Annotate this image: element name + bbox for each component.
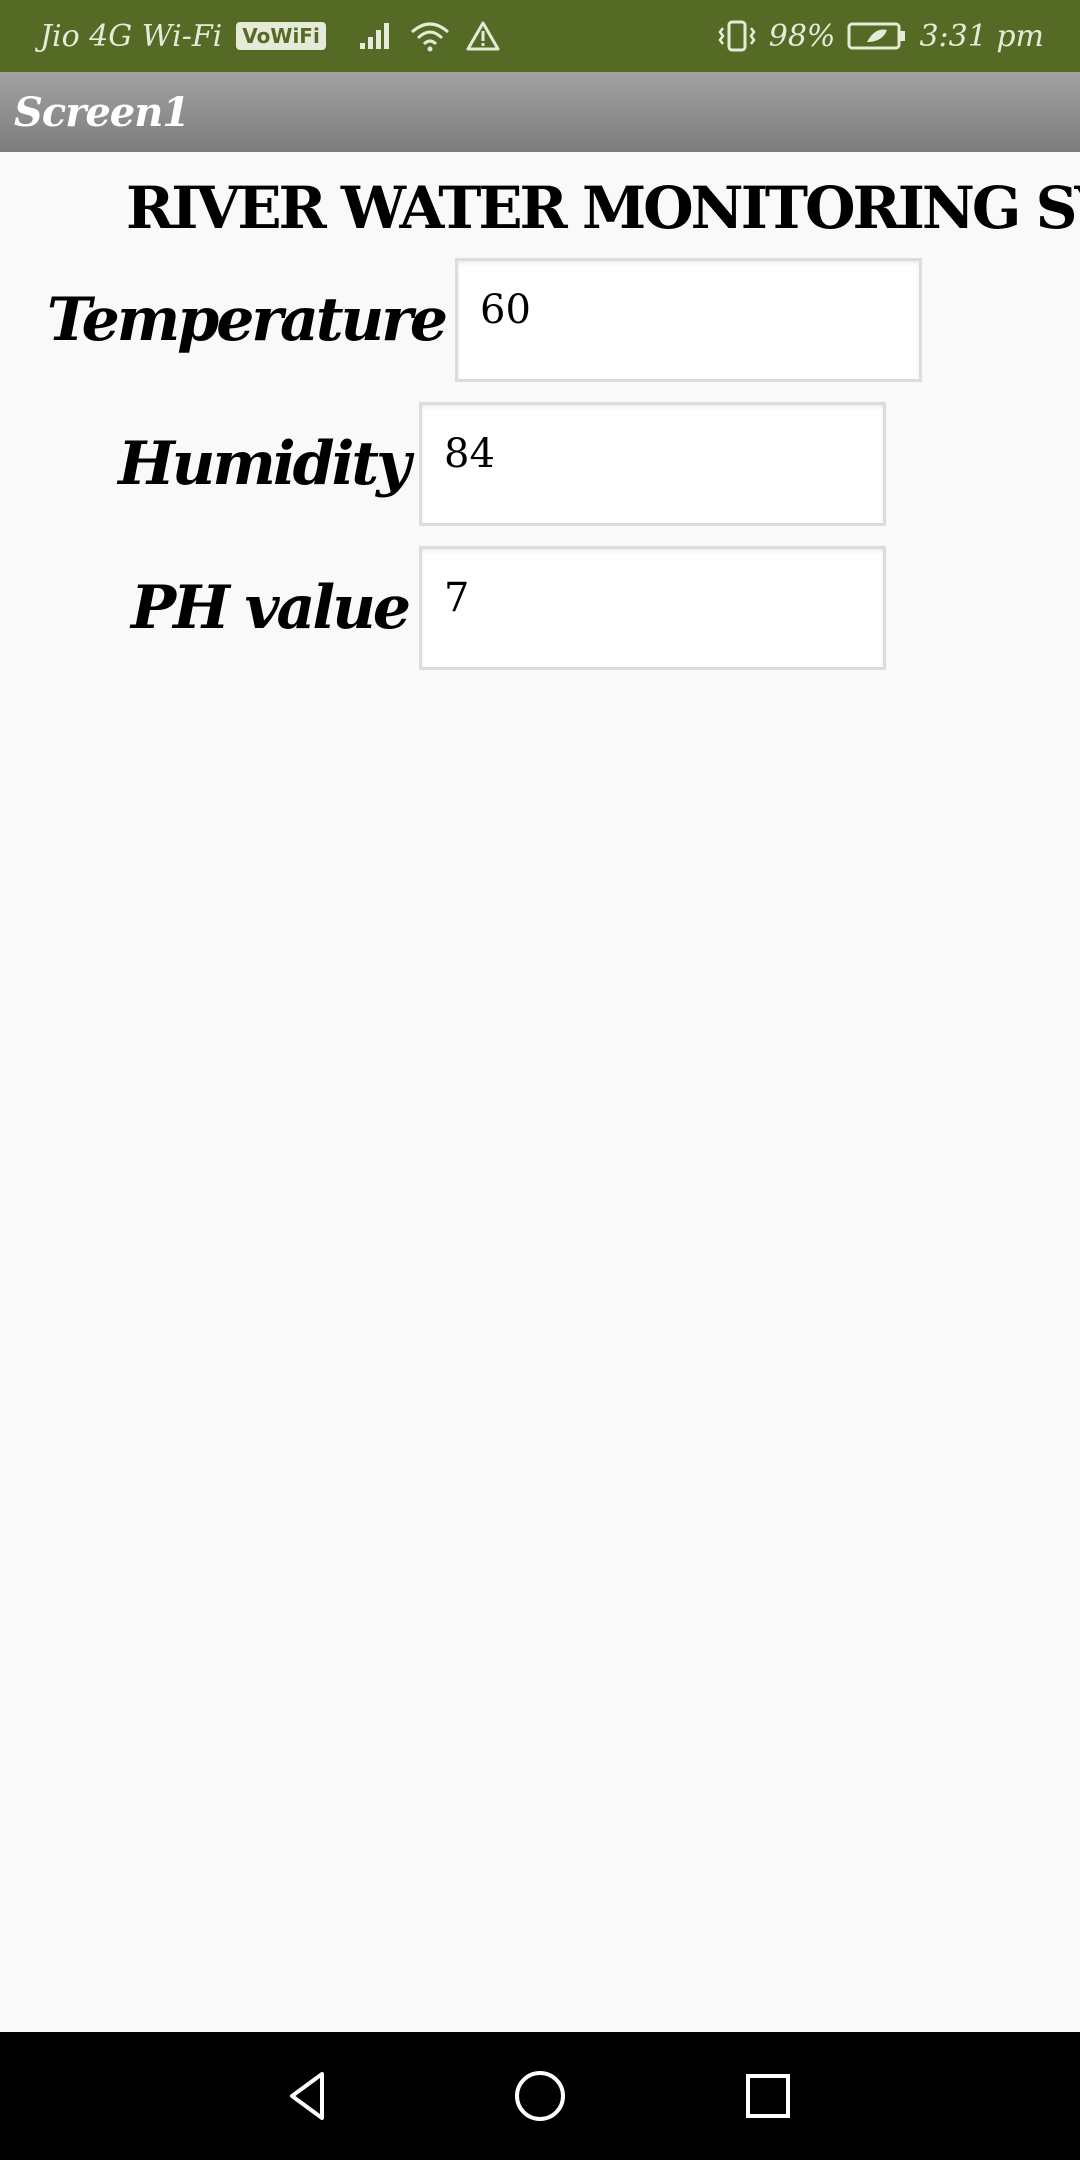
wifi-icon — [410, 22, 449, 52]
humidity-field[interactable]: 84 — [419, 402, 886, 526]
vowifi-badge: VoWiFi — [236, 22, 326, 50]
carrier-label: Jio 4G Wi-Fi — [40, 18, 223, 54]
home-button[interactable] — [500, 2056, 580, 2136]
recents-button[interactable] — [728, 2056, 808, 2136]
temperature-field[interactable]: 60 — [455, 258, 922, 382]
battery-icon — [847, 22, 906, 50]
screen-title: Screen1 — [14, 88, 190, 136]
temperature-label: Temperature — [46, 285, 448, 355]
vibrate-icon — [718, 20, 756, 52]
humidity-label: Humidity — [118, 429, 411, 499]
ph-value-label: PH value — [130, 573, 411, 643]
status-left: Jio 4G Wi-Fi VoWiFi — [40, 0, 500, 72]
recents-icon — [746, 2074, 790, 2118]
app-heading: RIVER WATER MONITORING SYSTEM — [126, 174, 1080, 242]
battery-percent: 98% — [768, 18, 836, 54]
home-icon — [515, 2071, 565, 2121]
status-right: 98% 3:31 pm — [717, 0, 1044, 72]
status-icons — [358, 20, 500, 52]
status-bar: Jio 4G Wi-Fi VoWiFi 98% 3:31 pm — [0, 0, 1080, 72]
navigation-bar — [0, 2032, 1080, 2160]
clock: 3:31 pm — [919, 18, 1044, 54]
back-icon — [290, 2072, 324, 2120]
warning-icon — [466, 21, 500, 51]
ph-value-field[interactable]: 7 — [419, 546, 886, 670]
signal-icon — [359, 23, 389, 49]
back-button[interactable] — [268, 2056, 348, 2136]
title-bar: Screen1 — [0, 72, 1080, 152]
